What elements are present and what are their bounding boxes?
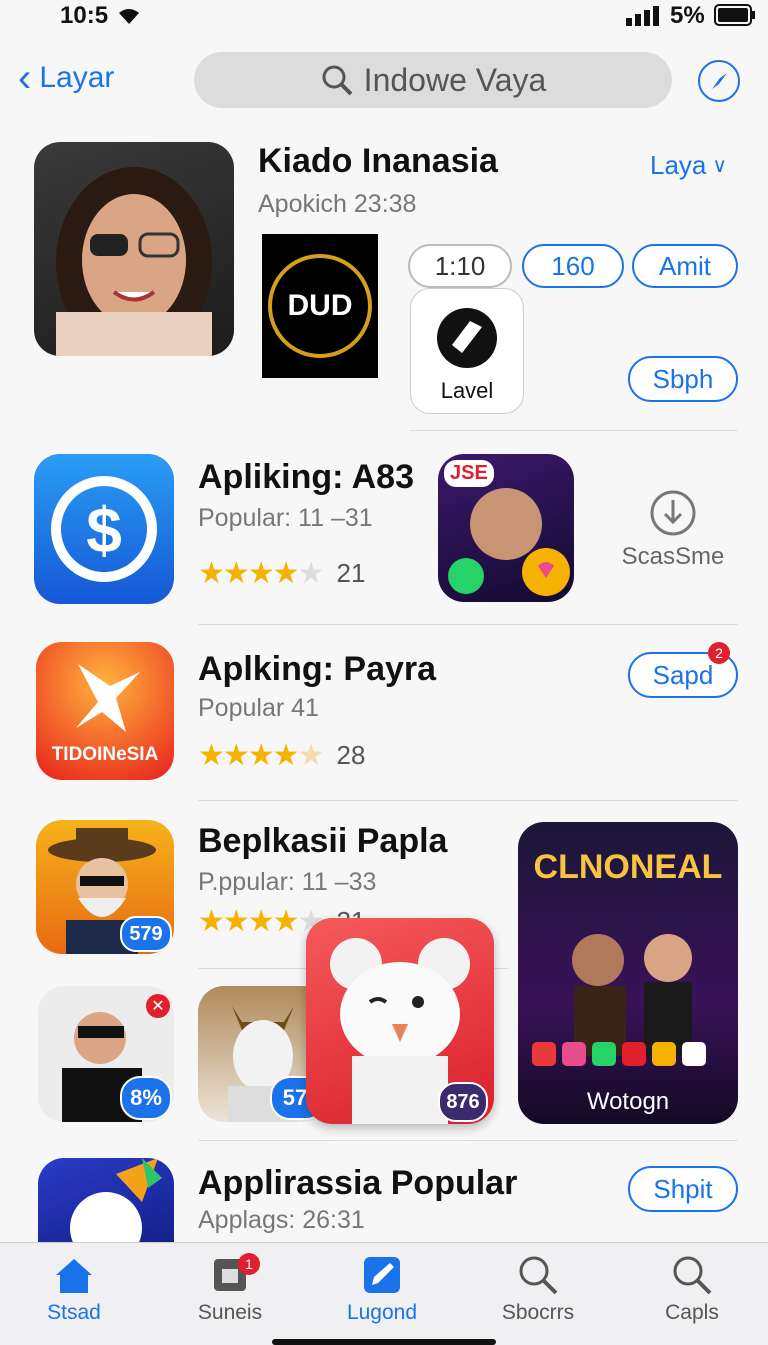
tab-label: Sbocrrs	[501, 1301, 575, 1324]
back-label: Layar	[39, 61, 115, 94]
tab-label: Capls	[665, 1301, 719, 1324]
tab-capls[interactable]: Capls	[622, 1253, 762, 1325]
star-rating-icon: ★★★★★	[198, 905, 324, 938]
row4-action-button[interactable]: Shpit	[628, 1166, 738, 1212]
tab-label: Lugond	[346, 1301, 418, 1324]
mini-app-card[interactable]: Lavel	[410, 288, 524, 414]
game-app-tile[interactable]: CLNONEAL Wotogn	[518, 822, 738, 1124]
star-rating-icon: ★★★★★	[198, 739, 324, 772]
bird-logo-icon	[70, 1158, 162, 1242]
tab-stsad[interactable]: Stsad	[4, 1253, 144, 1325]
chip-time[interactable]: 1:10	[408, 244, 512, 288]
person-app-tile[interactable]: ✕ 8%	[38, 986, 174, 1122]
signal-icon	[626, 6, 659, 26]
row1-rating: ★★★★★ 21	[198, 556, 365, 591]
game-art-icon	[532, 934, 706, 1066]
tile1-badge: 8%	[120, 1076, 172, 1120]
jse-badge: JSE	[444, 460, 494, 487]
tidoinesia-app-icon[interactable]: TIDOINeSIA	[36, 642, 174, 780]
featured-subtitle: Apokich 23:38	[258, 190, 417, 218]
notification-badge: 2	[708, 642, 730, 664]
status-time: 10:5	[60, 2, 109, 29]
pencil-icon	[364, 1257, 400, 1293]
cowboy-app-icon[interactable]: 579	[36, 820, 174, 954]
star-logo-icon	[76, 664, 140, 732]
status-bar: 10:5 5%	[0, 0, 768, 40]
row1-download-button[interactable]: ScasSme	[618, 488, 728, 571]
row1-action-label: ScasSme	[621, 543, 725, 570]
dropdown-label: Laya	[650, 150, 707, 180]
app-badge: 579	[120, 916, 172, 952]
tab-suneis[interactable]: Suneis 1	[160, 1253, 300, 1325]
compass-icon	[712, 73, 727, 89]
row4-subtitle: Applags: 26:31	[198, 1206, 365, 1234]
tab-label: Suneis	[197, 1301, 263, 1324]
search-icon	[519, 1256, 558, 1295]
divider	[198, 800, 738, 801]
compass-button[interactable]	[698, 60, 740, 102]
tab-label: Stsad	[47, 1301, 101, 1324]
wifi-icon	[119, 9, 139, 24]
dud-logo[interactable]: DUD	[262, 234, 378, 378]
tile3-badge: 876	[438, 1082, 488, 1122]
swirl-logo-icon	[437, 308, 497, 368]
row4-title: Applirassia Popular	[198, 1164, 518, 1202]
bear-app-tile[interactable]: 876	[306, 918, 494, 1124]
featured-title: Kiado Inanasia	[258, 142, 498, 180]
chip-count[interactable]: 160	[522, 244, 624, 288]
tidoinesia-label: TIDOINeSIA	[51, 744, 159, 765]
featured-dropdown[interactable]: Laya ∨	[650, 150, 727, 181]
featured-app-icon[interactable]	[34, 142, 234, 356]
featured-action-button[interactable]: Sbph	[628, 356, 738, 402]
search-text: Indowe Vaya	[363, 61, 547, 98]
game-title: CLNONEAL	[533, 848, 723, 886]
back-button[interactable]: ‹ Layar	[18, 58, 114, 98]
rating-count: 21	[336, 558, 366, 588]
divider	[198, 624, 738, 625]
search-icon	[673, 1256, 712, 1295]
dollar-icon: $	[51, 476, 157, 582]
battery-icon	[714, 4, 755, 26]
row3-title: Beplkasii Papla	[198, 822, 448, 860]
row2-rating: ★★★★★ 28	[198, 738, 365, 773]
search-icon	[322, 65, 353, 96]
tab-lugond[interactable]: Lugond	[312, 1253, 452, 1325]
star-rating-icon: ★★★★★	[198, 557, 324, 590]
dud-logo-text: DUD	[287, 289, 353, 322]
row2-title: Aplking: Payra	[198, 650, 437, 688]
divider	[410, 430, 738, 431]
row1-subtitle: Popular: 11 –31	[198, 504, 373, 532]
rating-count: 28	[336, 740, 366, 770]
applirassia-app-icon[interactable]	[38, 1158, 174, 1242]
dud-logo-badge: DUD	[268, 254, 372, 358]
row2-subtitle: Popular 41	[198, 694, 319, 722]
dollar-app-icon[interactable]: $	[34, 454, 174, 604]
download-icon	[650, 490, 696, 536]
chip-amit[interactable]: Amit	[632, 244, 738, 288]
mini-app-label: Lavel	[440, 378, 494, 403]
svg-text:$: $	[86, 494, 122, 566]
chevron-down-icon: ∨	[712, 155, 728, 177]
search-bar[interactable]: Indowe Vaya	[194, 52, 672, 108]
row3-subtitle: P.ppular: 11 –33	[198, 868, 377, 896]
home-indicator	[272, 1339, 496, 1345]
person-photo-icon	[56, 167, 212, 356]
game-label: Wotogn	[586, 1088, 670, 1115]
row1-title: Apliking: A83	[198, 458, 414, 496]
battery-percent: 5%	[670, 2, 705, 29]
social-app-icon[interactable]: JSE	[438, 454, 574, 602]
home-icon	[56, 1259, 92, 1293]
close-icon[interactable]: ✕	[146, 994, 170, 1018]
tab-sbocrrs[interactable]: Sbocrrs	[468, 1253, 608, 1325]
divider	[198, 1140, 738, 1141]
tab-notification-badge: 1	[238, 1253, 260, 1275]
tab-bar: Stsad Suneis 1 Lugond Sbocrrs Capls	[0, 1242, 768, 1345]
chevron-left-icon: ‹	[18, 56, 32, 100]
